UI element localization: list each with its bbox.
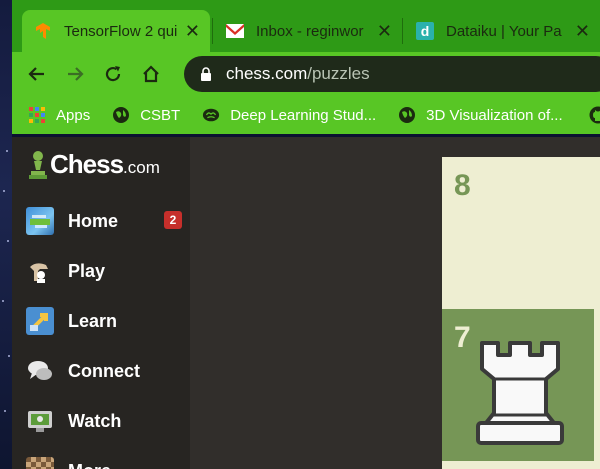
nav-label: Play: [68, 260, 106, 281]
forward-button[interactable]: [56, 55, 94, 93]
logo-suffix: .com: [123, 158, 160, 177]
url-text: chess.com/puzzles: [226, 64, 370, 84]
rank-label: 7: [454, 321, 471, 354]
bookmark-csbt[interactable]: CSBT: [112, 106, 180, 124]
nav-item-home[interactable]: Home: [26, 201, 186, 241]
chess-logo[interactable]: Chess.com: [28, 149, 160, 180]
address-bar[interactable]: chess.com/puzzles: [184, 56, 600, 92]
tab-dataiku[interactable]: d Dataiku | Your Pa ✕: [404, 10, 600, 52]
bookmark-github[interactable]: [589, 106, 600, 124]
board-square-light[interactable]: 8: [442, 157, 600, 309]
bookmark-label: 3D Visualization of...: [426, 106, 563, 124]
notification-badge: 2: [164, 211, 182, 229]
brain-icon: [202, 106, 220, 124]
pawn-logo-icon: [29, 150, 47, 179]
bookmarks-bar: Apps CSBT Deep Learning Stud... 3D Visua…: [12, 96, 600, 134]
globe-icon: [398, 106, 416, 124]
browser-tab-strip: TensorFlow 2 qui ✕ Inbox - reginwor ✕ d …: [12, 0, 600, 58]
tab-title: Inbox - reginwor: [256, 22, 364, 40]
connect-chat-icon: [26, 357, 54, 385]
home-icon: [143, 65, 159, 83]
tab-close-icon[interactable]: ✕: [575, 21, 590, 42]
tab-title: Dataiku | Your Pa: [446, 22, 562, 40]
tab-title: TensorFlow 2 qui: [64, 22, 177, 40]
logo-wordmark: Chess.com: [50, 149, 160, 180]
bookmark-3d-visualization[interactable]: 3D Visualization of...: [398, 106, 563, 124]
globe-icon: [112, 106, 130, 124]
apps-grid-icon: [28, 106, 46, 124]
nav-label: Home: [68, 210, 119, 231]
play-hand-icon: [26, 257, 54, 285]
arrow-left-icon: [28, 67, 44, 81]
browser-toolbar: chess.com/puzzles: [12, 52, 600, 96]
tab-divider: [402, 18, 403, 44]
tab-divider: [212, 18, 213, 44]
nav-label: Watch: [68, 410, 122, 431]
tab-tensorflow[interactable]: TensorFlow 2 qui ✕: [22, 10, 210, 52]
chess-board[interactable]: 8 7: [442, 157, 600, 469]
github-icon: [589, 106, 600, 124]
url-path: /puzzles: [307, 64, 370, 83]
chess-page: Chess.com Home 2 Play Learn Connect Watc…: [12, 137, 600, 469]
site-sidebar: Chess.com Home 2 Play Learn Connect Watc…: [12, 137, 190, 469]
logo-main: Chess: [50, 149, 124, 179]
bookmark-apps[interactable]: Apps: [28, 106, 90, 124]
arrow-right-icon: [68, 67, 84, 81]
tab-close-icon[interactable]: ✕: [185, 21, 200, 42]
nav-item-more[interactable]: More: [26, 451, 186, 469]
home-button[interactable]: [132, 55, 170, 93]
nav-label: Learn: [68, 310, 118, 331]
learn-icon: [26, 307, 54, 335]
tab-close-icon[interactable]: ✕: [377, 21, 392, 42]
rank-label: 8: [454, 169, 471, 202]
nav-item-play[interactable]: Play: [26, 251, 186, 291]
more-board-icon: [26, 457, 54, 469]
dataiku-icon: d: [416, 22, 434, 40]
nav-label: More: [68, 461, 111, 469]
url-host: chess.com: [226, 64, 308, 83]
desktop-wallpaper: [0, 0, 12, 469]
bookmark-label: CSBT: [140, 106, 181, 124]
back-button[interactable]: [18, 55, 56, 93]
reload-button[interactable]: [94, 55, 132, 93]
watch-tv-icon: [26, 407, 54, 435]
nav-item-learn[interactable]: Learn: [26, 301, 186, 341]
tab-gmail[interactable]: Inbox - reginwor ✕: [214, 10, 402, 52]
bookmark-label: Apps: [56, 106, 91, 124]
white-rook-piece[interactable]: [470, 335, 570, 451]
home-icon: [26, 207, 54, 235]
board-next-file-edge: [594, 157, 600, 469]
tensorflow-icon: [34, 22, 52, 40]
reload-icon: [105, 66, 121, 82]
bookmark-deep-learning[interactable]: Deep Learning Stud...: [202, 106, 376, 124]
lock-icon: [201, 66, 211, 81]
board-square-dark[interactable]: 7: [442, 309, 600, 461]
nav-item-watch[interactable]: Watch: [26, 401, 186, 441]
nav-label: Connect: [68, 360, 140, 381]
board-square-light[interactable]: [442, 461, 600, 469]
nav-item-connect[interactable]: Connect: [26, 351, 186, 391]
bookmark-label: Deep Learning Stud...: [230, 106, 377, 124]
gmail-icon: [226, 22, 244, 40]
